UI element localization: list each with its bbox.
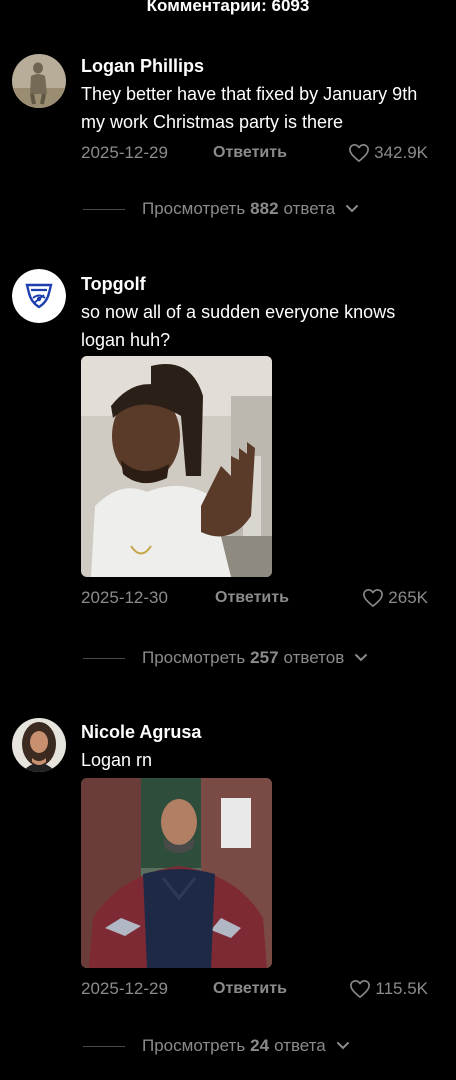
like-count: 342.9K <box>374 143 428 162</box>
like-count: 115.5K <box>375 979 428 998</box>
heart-outline-icon <box>349 144 370 162</box>
comment-text: Logan rn <box>81 750 153 770</box>
chevron-down-icon <box>336 1042 349 1050</box>
like-button[interactable]: 115.5K <box>349 972 428 1006</box>
comment-meta: 2025-12-29 Ответить 342.9K <box>81 136 431 170</box>
gif-image[interactable] <box>81 778 272 968</box>
reply-button[interactable]: Ответить <box>215 581 289 615</box>
view-replies-count: 24 <box>250 1036 270 1055</box>
comment-username[interactable]: Logan Phillips <box>81 54 431 78</box>
comment-body: Logan Phillips They better have that fix… <box>81 54 431 170</box>
topgolf-logo-icon <box>12 269 66 323</box>
comment-username[interactable]: Nicole Agrusa <box>81 720 431 744</box>
comment-body: Nicole Agrusa Logan rn 2025-12-29 Ответи… <box>81 720 431 1006</box>
view-replies-prefix: Просмотреть <box>142 199 246 218</box>
view-replies-count: 882 <box>250 199 279 218</box>
comments-count-title: Комментарии: 6093 <box>146 0 310 15</box>
view-replies-button[interactable]: Просмотреть 24 ответа <box>83 1034 350 1058</box>
comment-text: so now all of a sudden everyone knows lo… <box>81 302 396 350</box>
avatar[interactable] <box>12 54 66 108</box>
heart-outline-icon <box>363 589 384 607</box>
chevron-down-icon <box>346 205 359 213</box>
chevron-down-icon <box>355 654 368 662</box>
avatar[interactable] <box>12 269 66 323</box>
replies-divider <box>83 657 125 659</box>
like-count: 265K <box>388 588 428 607</box>
replies-divider <box>83 1045 125 1047</box>
comment-text: They better have that fixed by January 9… <box>81 84 418 132</box>
comment-date: 2025-12-30 <box>81 588 168 607</box>
reply-button[interactable]: Ответить <box>213 136 287 170</box>
view-replies-suffix: ответа <box>274 1036 326 1055</box>
view-replies-suffix: ответов <box>283 648 345 667</box>
heart-outline-icon <box>350 980 371 998</box>
comment-body: Topgolf so now all of a sudden everyone … <box>81 272 431 615</box>
view-replies-prefix: Просмотреть <box>142 648 246 667</box>
view-replies-button[interactable]: Просмотреть 257 ответов <box>83 646 368 670</box>
view-replies-suffix: ответа <box>283 199 336 218</box>
comment-meta: 2025-12-29 Ответить 115.5K <box>81 972 431 1006</box>
comment-meta: 2025-12-30 Ответить 265K <box>81 581 431 615</box>
comment-username[interactable]: Topgolf <box>81 272 431 296</box>
comment-date: 2025-12-29 <box>81 979 168 998</box>
view-replies-prefix: Просмотреть <box>142 1036 246 1055</box>
comment-date: 2025-12-29 <box>81 143 168 162</box>
comments-screen: Комментарии: 6093 Logan Phillips They be… <box>0 0 456 1080</box>
like-button[interactable]: 265K <box>362 581 428 615</box>
like-button[interactable]: 342.9K <box>348 136 428 170</box>
gif-image[interactable] <box>81 356 272 577</box>
view-replies-count: 257 <box>250 648 279 667</box>
view-replies-button[interactable]: Просмотреть 882 ответа <box>83 197 359 221</box>
reply-button[interactable]: Ответить <box>213 972 287 1006</box>
avatar[interactable] <box>12 718 66 772</box>
replies-divider <box>83 208 125 210</box>
